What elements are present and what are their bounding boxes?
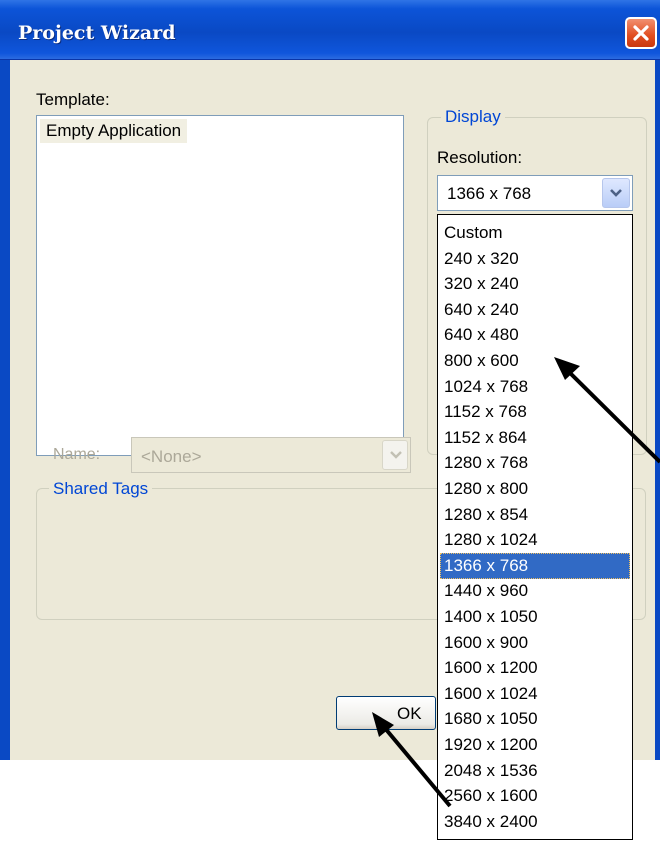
display-group-legend: Display [441,107,505,127]
ok-button-label: OK [397,704,422,723]
template-list[interactable]: Empty Application [36,115,404,456]
title-bar[interactable]: Project Wizard [0,0,660,60]
resolution-option[interactable]: 1400 x 1050 [440,604,630,630]
window-frame-right [655,60,660,760]
resolution-option[interactable]: 1600 x 1024 [440,681,630,707]
ok-button[interactable]: OK [336,696,436,730]
chevron-down-icon [390,451,402,459]
shared-tags-legend: Shared Tags [49,479,153,499]
resolution-option[interactable]: 3840 x 2400 [440,809,630,835]
resolution-option[interactable]: 1680 x 1050 [440,706,630,732]
resolution-label: Resolution: [437,148,523,167]
resolution-option[interactable]: 1280 x 800 [440,476,630,502]
resolution-option[interactable]: 240 x 320 [440,246,630,272]
resolution-option[interactable]: 1024 x 768 [440,374,630,400]
resolution-select-value: 1366 x 768 [447,184,532,203]
resolution-option[interactable]: 1440 x 960 [440,578,630,604]
resolution-option[interactable]: 1600 x 900 [440,630,630,656]
template-label: Template: [36,90,110,109]
resolution-option[interactable]: 1920 x 1200 [440,732,630,758]
resolution-option[interactable]: 320 x 240 [440,271,630,297]
resolution-option[interactable]: 640 x 480 [440,322,630,348]
resolution-option[interactable]: 640 x 240 [440,297,630,323]
resolution-option[interactable]: 1152 x 768 [440,399,630,425]
close-icon [633,25,649,41]
window-title: Project Wizard [18,22,176,44]
resolution-option[interactable]: 1600 x 1200 [440,655,630,681]
close-button[interactable] [625,17,657,49]
resolution-option[interactable]: 800 x 600 [440,348,630,374]
resolution-option[interactable]: 2560 x 1600 [440,783,630,809]
resolution-select[interactable]: 1366 x 768 [437,175,633,211]
resolution-option[interactable]: 1280 x 1024 [440,527,630,553]
resolution-dropdown-list[interactable]: Custom 240 x 320 320 x 240 640 x 240 640 x 4… [437,214,633,840]
window-frame-left [0,60,10,760]
resolution-option[interactable]: 1280 x 854 [440,502,630,528]
chevron-down-icon [610,189,622,197]
shared-tags-dropdown-button [382,440,408,470]
resolution-option[interactable]: 2048 x 1536 [440,758,630,784]
shared-tags-name-select: <None> [131,437,411,473]
resolution-option[interactable]: 1366 x 768 [440,552,630,579]
resolution-option[interactable]: 1152 x 864 [440,425,630,451]
template-item-empty-application[interactable]: Empty Application [40,119,188,143]
name-label: Name: [53,446,101,463]
resolution-dropdown-button[interactable] [602,178,630,208]
shared-tags-name-value: <None> [141,447,202,466]
resolution-option[interactable]: 1280 x 768 [440,450,630,476]
resolution-option[interactable]: Custom [440,220,630,246]
